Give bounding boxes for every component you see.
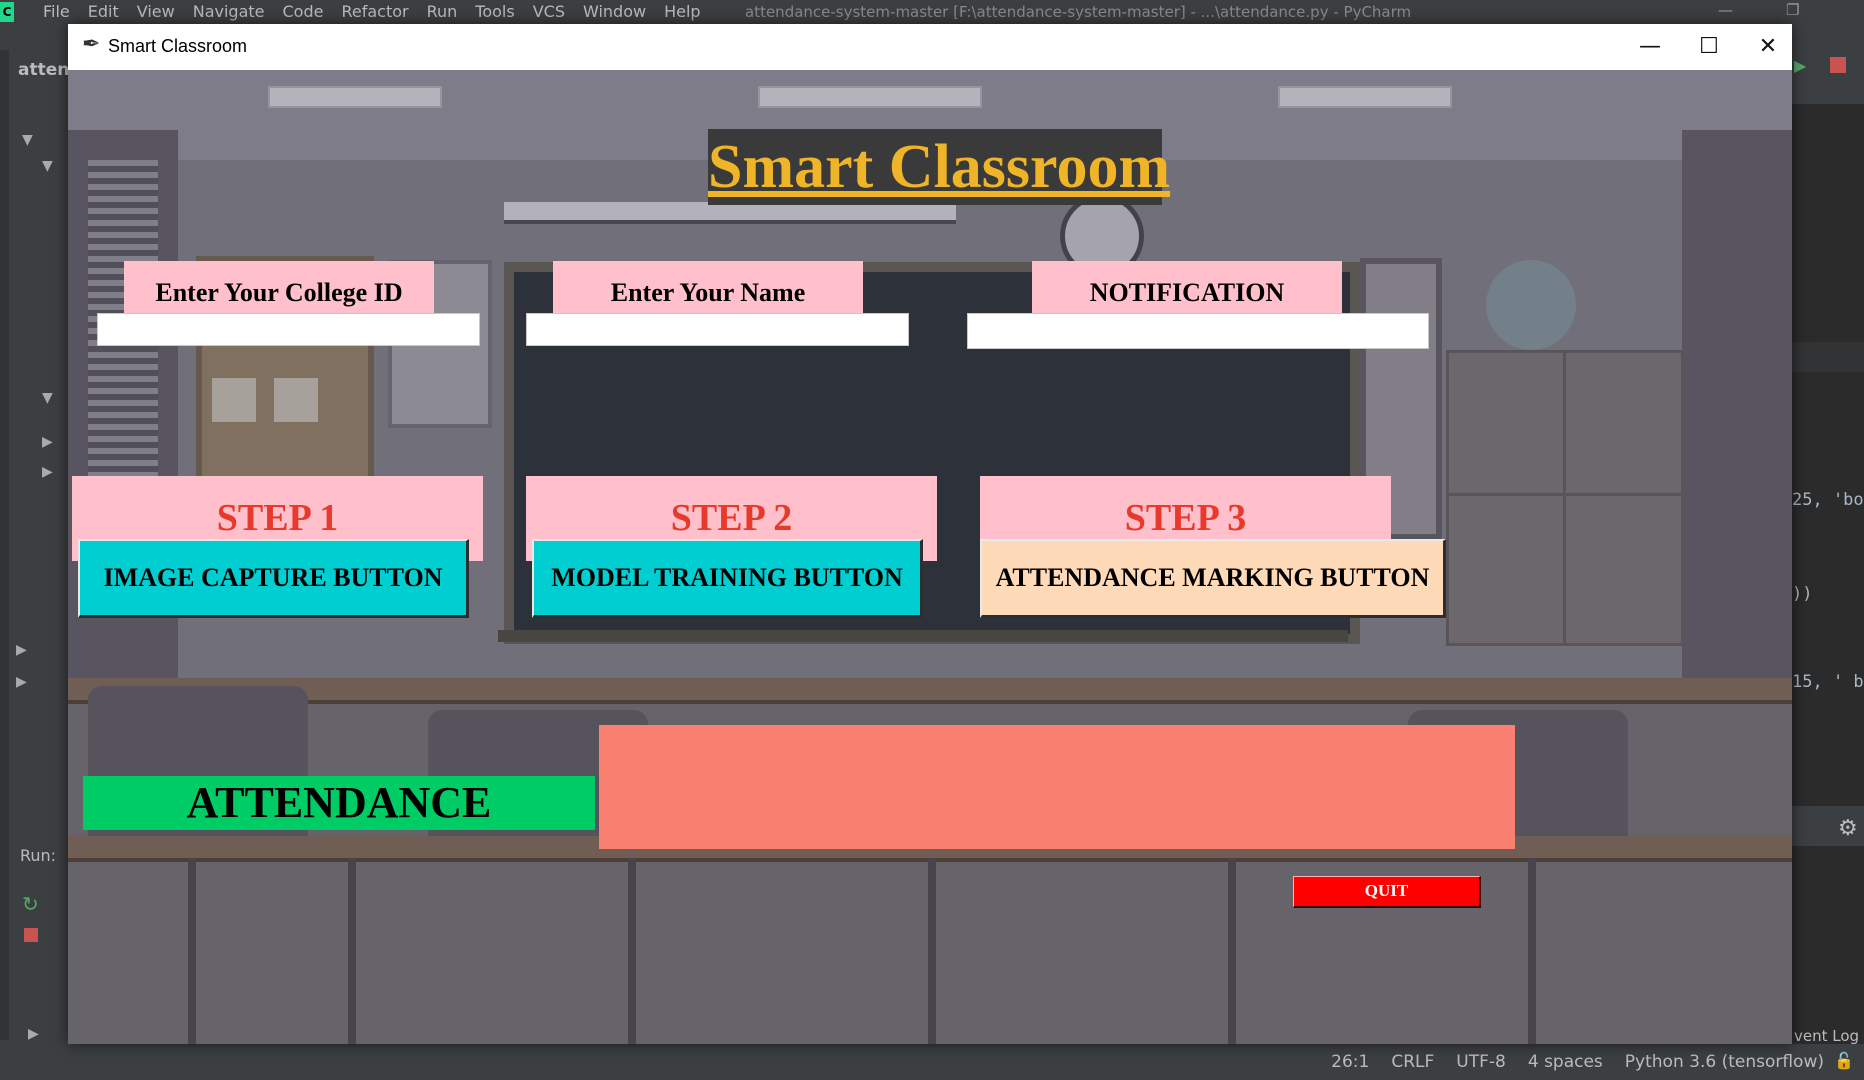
- status-interpreter[interactable]: Python 3.6 (tensorflow): [1625, 1052, 1824, 1072]
- attendance-marking-button[interactable]: ATTENDANCE MARKING BUTTON: [980, 539, 1446, 618]
- ide-project-panel: atten ▼ ▼ ▼ ▶ ▶ ▶ ▶ Run: ↻ ▶: [0, 24, 70, 1044]
- name-field[interactable]: [526, 313, 909, 346]
- expand-arrow-icon[interactable]: ▼: [22, 132, 33, 148]
- quit-button[interactable]: QUIT: [1293, 876, 1481, 908]
- collapse-arrow-icon[interactable]: ▶: [16, 674, 27, 690]
- ide-tool-stripe: [0, 50, 9, 1040]
- smart-classroom-window: ✒ Smart Classroom — ☐ ✕ Smart Classroom …: [68, 24, 1792, 1044]
- menu-navigate[interactable]: Navigate: [184, 2, 274, 22]
- ide-minimize-icon[interactable]: —: [1718, 1, 1733, 19]
- collapse-arrow-icon[interactable]: ▶: [16, 642, 27, 658]
- model-training-button[interactable]: MODEL TRAINING BUTTON: [532, 539, 923, 618]
- status-caret-position[interactable]: 26:1: [1331, 1052, 1369, 1072]
- attendance-label: ATTENDANCE: [83, 776, 595, 830]
- feather-icon: ✒: [82, 32, 101, 57]
- run-play-icon[interactable]: ▶: [28, 1026, 39, 1042]
- lock-icon[interactable]: 🔓: [1834, 1051, 1854, 1070]
- stop-icon[interactable]: [1830, 57, 1846, 73]
- status-line-separator[interactable]: CRLF: [1391, 1052, 1434, 1072]
- ide-menubar: C File Edit View Navigate Code Refactor …: [0, 0, 1864, 24]
- pycharm-logo-icon: C: [0, 2, 14, 22]
- image-capture-button[interactable]: IMAGE CAPTURE BUTTON: [78, 539, 469, 618]
- ide-restore-icon[interactable]: ❐: [1786, 1, 1799, 19]
- app-heading: Smart Classroom: [708, 129, 1170, 205]
- expand-arrow-icon[interactable]: ▼: [42, 390, 53, 406]
- menu-refactor[interactable]: Refactor: [332, 2, 417, 22]
- notification-field[interactable]: [967, 313, 1429, 349]
- project-label[interactable]: atten: [0, 56, 70, 84]
- collapse-arrow-icon[interactable]: ▶: [42, 464, 53, 480]
- menu-file[interactable]: File: [34, 2, 79, 22]
- menu-vcs[interactable]: VCS: [524, 2, 574, 22]
- menu-edit[interactable]: Edit: [79, 2, 128, 22]
- minimize-icon[interactable]: —: [1630, 30, 1670, 64]
- attendance-output-panel: [599, 725, 1515, 849]
- run-icon[interactable]: ▶: [1794, 56, 1806, 75]
- status-indent[interactable]: 4 spaces: [1528, 1052, 1603, 1072]
- ide-menu: File Edit View Navigate Code Refactor Ru…: [34, 2, 710, 22]
- gear-icon[interactable]: ⚙: [1838, 816, 1858, 841]
- college-id-field[interactable]: [97, 313, 480, 346]
- code-fragment: 25, 'bo]: [1792, 490, 1864, 510]
- window-titlebar[interactable]: ✒ Smart Classroom — ☐ ✕: [68, 24, 1792, 70]
- ide-editor-edge: ▶ 25, 'bo] )) 15, ' bo ⚙ vent Log: [1790, 24, 1864, 1045]
- code-fragment: )): [1792, 584, 1813, 604]
- close-icon[interactable]: ✕: [1748, 30, 1788, 64]
- menu-tools[interactable]: Tools: [466, 2, 523, 22]
- menu-help[interactable]: Help: [655, 2, 709, 22]
- run-panel-label: Run:: [20, 846, 57, 865]
- editor-tab-strip: [1790, 342, 1864, 372]
- menu-run[interactable]: Run: [418, 2, 467, 22]
- notification-label: NOTIFICATION: [1032, 261, 1342, 313]
- collapse-arrow-icon[interactable]: ▶: [42, 434, 53, 450]
- event-log-link[interactable]: vent Log: [1794, 1027, 1859, 1045]
- ide-status-bar: 26:1 CRLF UTF-8 4 spaces Python 3.6 (ten…: [0, 1044, 1864, 1080]
- college-id-label: Enter Your College ID: [124, 261, 434, 313]
- name-label: Enter Your Name: [553, 261, 863, 313]
- window-title: Smart Classroom: [108, 36, 248, 56]
- app-canvas: Smart Classroom Enter Your College ID En…: [68, 70, 1792, 1044]
- stop-icon[interactable]: [24, 928, 38, 942]
- code-fragment: 15, ' bo: [1792, 672, 1864, 692]
- menu-window[interactable]: Window: [574, 2, 655, 22]
- maximize-icon[interactable]: ☐: [1689, 30, 1729, 64]
- menu-code[interactable]: Code: [274, 2, 333, 22]
- rerun-icon[interactable]: ↻: [22, 892, 39, 916]
- expand-arrow-icon[interactable]: ▼: [42, 158, 53, 174]
- status-encoding[interactable]: UTF-8: [1456, 1052, 1506, 1072]
- menu-view[interactable]: View: [128, 2, 184, 22]
- ide-window-title: attendance-system-master [F:\attendance-…: [745, 3, 1412, 21]
